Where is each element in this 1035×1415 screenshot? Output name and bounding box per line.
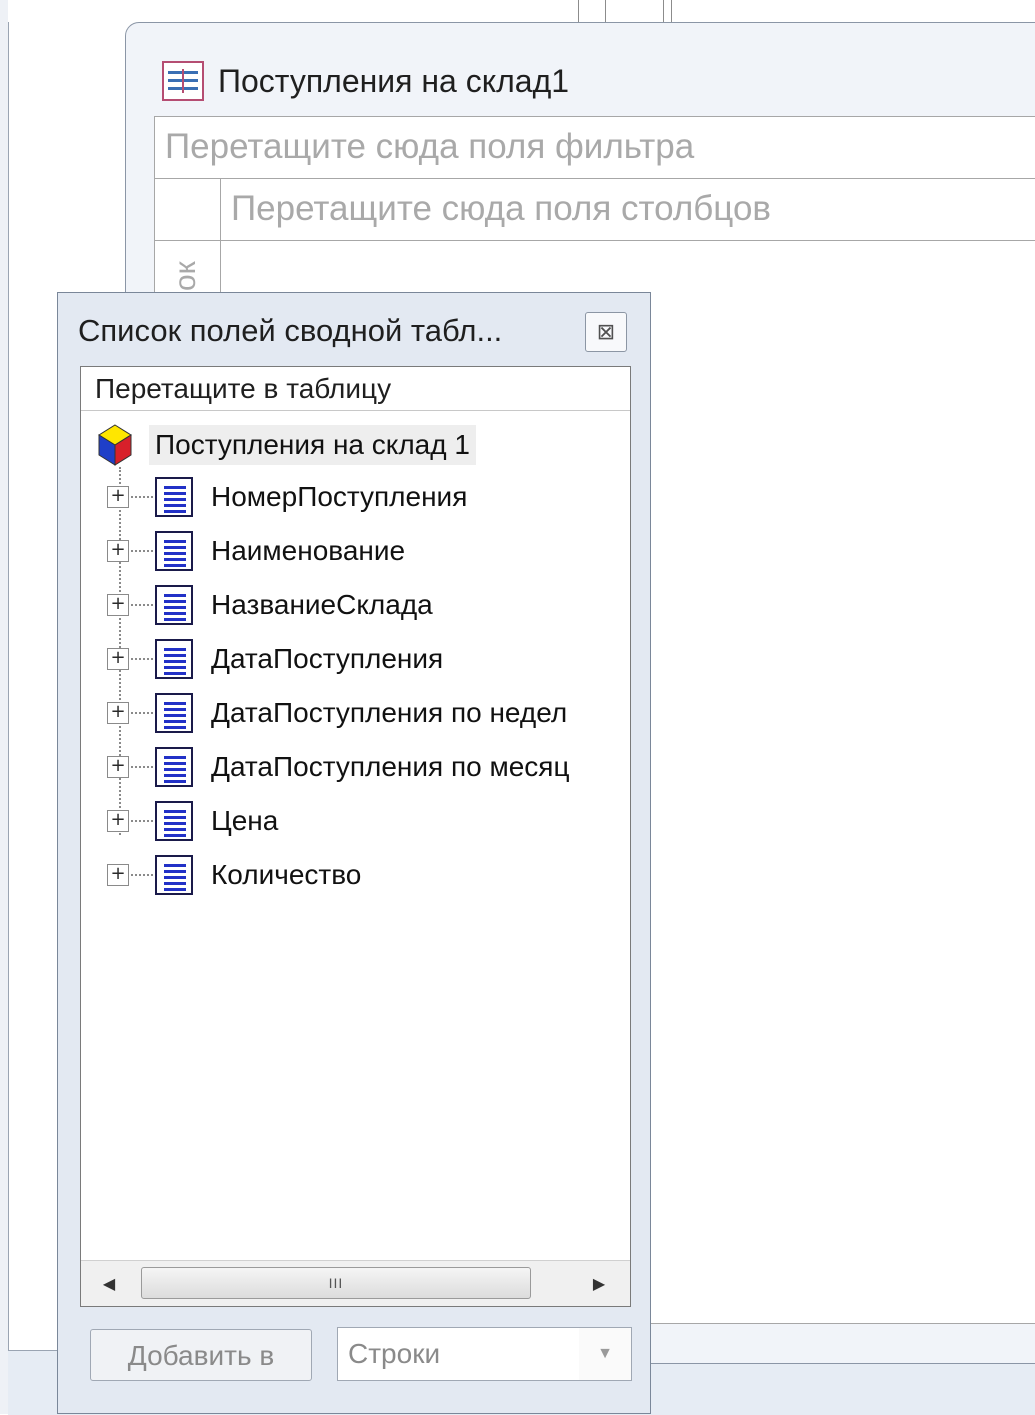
pivot-corner-cell (155, 179, 221, 241)
tree-root-item[interactable]: Поступления на склад 1 (95, 421, 476, 469)
app-top-strip (8, 0, 1035, 22)
field-list-icon (155, 693, 193, 733)
expand-icon[interactable]: + (107, 594, 129, 616)
field-list-icon (155, 855, 193, 895)
divider (578, 0, 579, 22)
field-label: НомерПоступления (211, 481, 468, 512)
field-list-icon (155, 585, 193, 625)
scroll-right-icon[interactable]: ▶ (579, 1261, 619, 1306)
field-list-icon (155, 639, 193, 679)
field-list-icon (155, 801, 193, 841)
field-item[interactable]: + ДатаПоступления по месяц (107, 743, 570, 791)
field-label: ДатаПоступления (211, 643, 444, 674)
tree-connector (131, 550, 153, 552)
expand-icon[interactable]: + (107, 540, 129, 562)
field-item[interactable]: + НазваниеСклада (107, 581, 433, 629)
drag-hint: Перетащите в таблицу (81, 367, 630, 411)
area-select-value: Строки (348, 1338, 441, 1369)
expand-icon[interactable]: + (107, 864, 129, 886)
tree-connector (131, 766, 153, 768)
field-label: Цена (211, 805, 279, 836)
field-item[interactable]: + ДатаПоступления по недел (107, 689, 567, 737)
pivot-table-icon (162, 61, 204, 101)
tree-connector (131, 496, 153, 498)
app-left-rail (0, 0, 9, 1414)
field-label: ДатаПоступления по месяц (211, 751, 570, 782)
row-drop-zone-label: ок (169, 261, 202, 291)
field-label: Количество (211, 859, 362, 890)
field-list-icon (155, 477, 193, 517)
tree-connector (131, 712, 153, 714)
document-title: Поступления на склад1 (218, 62, 570, 99)
close-icon: ⊠ (596, 319, 616, 344)
field-label: Наименование (211, 535, 406, 566)
field-item[interactable]: + Цена (107, 797, 278, 845)
divider (605, 0, 606, 22)
divider (671, 0, 672, 22)
cube-icon (98, 424, 132, 466)
expand-icon[interactable]: + (107, 648, 129, 670)
field-item[interactable]: + ДатаПоступления (107, 635, 443, 683)
tree-connector (131, 604, 153, 606)
expand-icon[interactable]: + (107, 756, 129, 778)
grip-icon: III (328, 1275, 344, 1291)
filter-drop-zone[interactable]: Перетащите сюда поля фильтра (155, 117, 1035, 179)
scroll-left-icon[interactable]: ◀ (89, 1261, 129, 1306)
expand-icon[interactable]: + (107, 486, 129, 508)
field-item[interactable]: + НомерПоступления (107, 473, 467, 521)
field-tree-panel[interactable]: Перетащите в таблицу Поступления на скла… (80, 366, 631, 1307)
field-item[interactable]: + Количество (107, 851, 361, 899)
area-select[interactable]: Строки ▼ (337, 1327, 632, 1381)
chevron-down-icon[interactable]: ▼ (579, 1328, 631, 1380)
field-label: ДатаПоступления по недел (211, 697, 568, 728)
tree-connector (131, 820, 153, 822)
close-button[interactable]: ⊠ (585, 312, 627, 352)
field-label: НазваниеСклада (211, 589, 433, 620)
expand-icon[interactable]: + (107, 810, 129, 832)
divider (663, 0, 664, 22)
tree-connector (131, 658, 153, 660)
pivot-field-list-dialog[interactable]: Список полей сводной табл... ⊠ Перетащит… (57, 292, 651, 1414)
tree-root-label: Поступления на склад 1 (149, 425, 476, 465)
column-drop-zone[interactable]: Перетащите сюда поля столбцов (221, 179, 1035, 241)
add-to-button[interactable]: Добавить в (90, 1329, 312, 1381)
tree-connector (131, 874, 153, 876)
document-title-bar[interactable]: Поступления на склад1 (162, 59, 569, 103)
field-list-icon (155, 531, 193, 571)
scroll-thumb[interactable]: III (141, 1267, 531, 1299)
field-list-icon (155, 747, 193, 787)
dialog-title: Список полей сводной табл... (78, 313, 503, 348)
field-item[interactable]: + Наименование (107, 527, 405, 575)
expand-icon[interactable]: + (107, 702, 129, 724)
horizontal-scrollbar[interactable]: ◀ III ▶ (81, 1260, 630, 1306)
